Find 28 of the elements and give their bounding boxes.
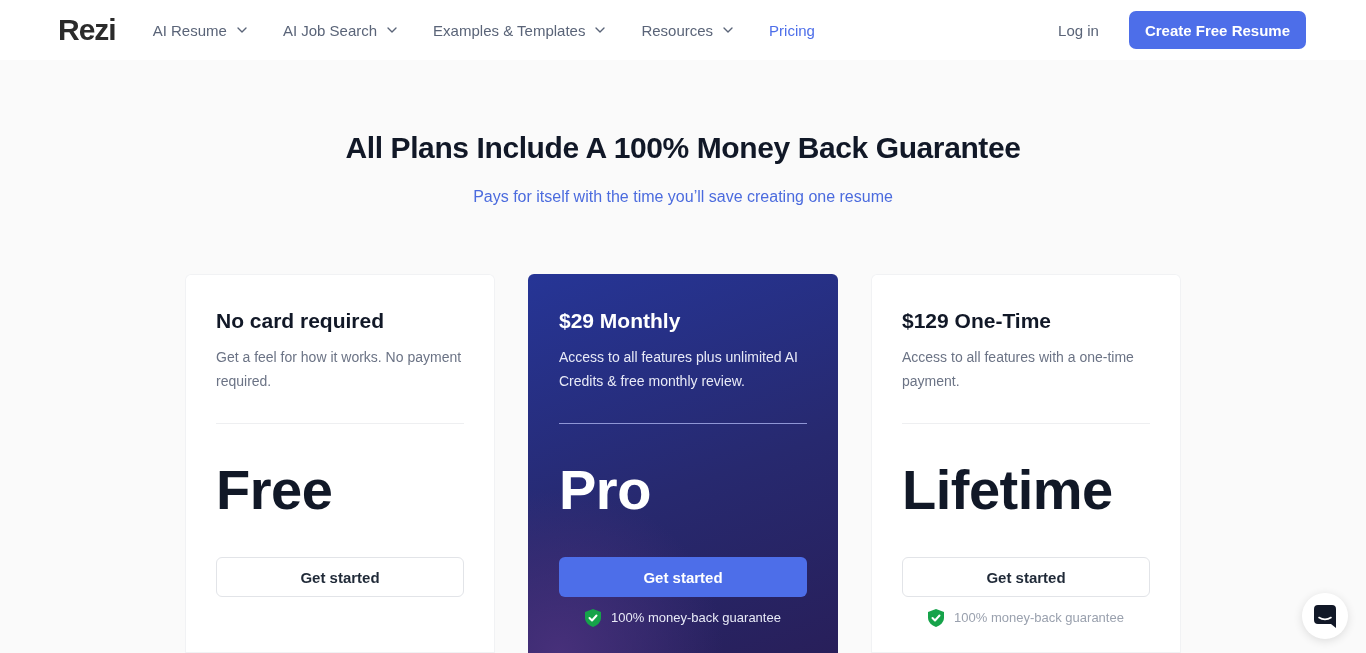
plan-description: Access to all features plus unlimited AI Credits & free monthly review. — [559, 348, 799, 391]
plan-price: $29 Monthly — [559, 308, 682, 334]
plan-name: Lifetime — [902, 458, 1114, 522]
plan-price: No card required — [216, 308, 386, 334]
guarantee-note: 100% money-back guarantee — [611, 609, 781, 627]
plan-name: Free — [216, 458, 334, 522]
plan-price: $129 One-Time — [902, 308, 1053, 334]
nav-link[interactable]: AI Resume — [152, 21, 250, 39]
plan-name: Pro — [559, 458, 652, 522]
get-started-button[interactable]: Get started — [216, 557, 464, 597]
nav-link[interactable]: Pricing — [769, 21, 815, 39]
plan-description: Get a feel for how it works. No payment required. — [216, 348, 463, 391]
nav-link[interactable]: Resources — [641, 21, 737, 39]
get-started-button[interactable]: Get started — [559, 557, 807, 597]
plan-description: Access to all features with a one-time payment. — [902, 348, 1135, 391]
page-subtitle: Pays for itself with the time you’ll save creating one resume — [473, 187, 893, 207]
logo[interactable]: Rezi — [58, 13, 116, 47]
shield-check-icon — [585, 609, 602, 627]
chat-button[interactable] — [1302, 593, 1348, 639]
page-heading: All Plans Include A 100% Money Back Guarantee — [345, 130, 1021, 166]
nav-link[interactable]: AI Job Search — [282, 21, 401, 39]
shield-check-icon — [928, 609, 945, 627]
create-resume-button[interactable]: Create Free Resume — [1128, 11, 1306, 49]
login-link[interactable]: Log in — [1058, 21, 1099, 39]
get-started-button[interactable]: Get started — [902, 557, 1150, 597]
guarantee-note: 100% money-back guarantee — [954, 609, 1124, 627]
chat-icon — [1314, 604, 1336, 628]
nav-link[interactable]: Examples & Templates — [433, 21, 609, 39]
